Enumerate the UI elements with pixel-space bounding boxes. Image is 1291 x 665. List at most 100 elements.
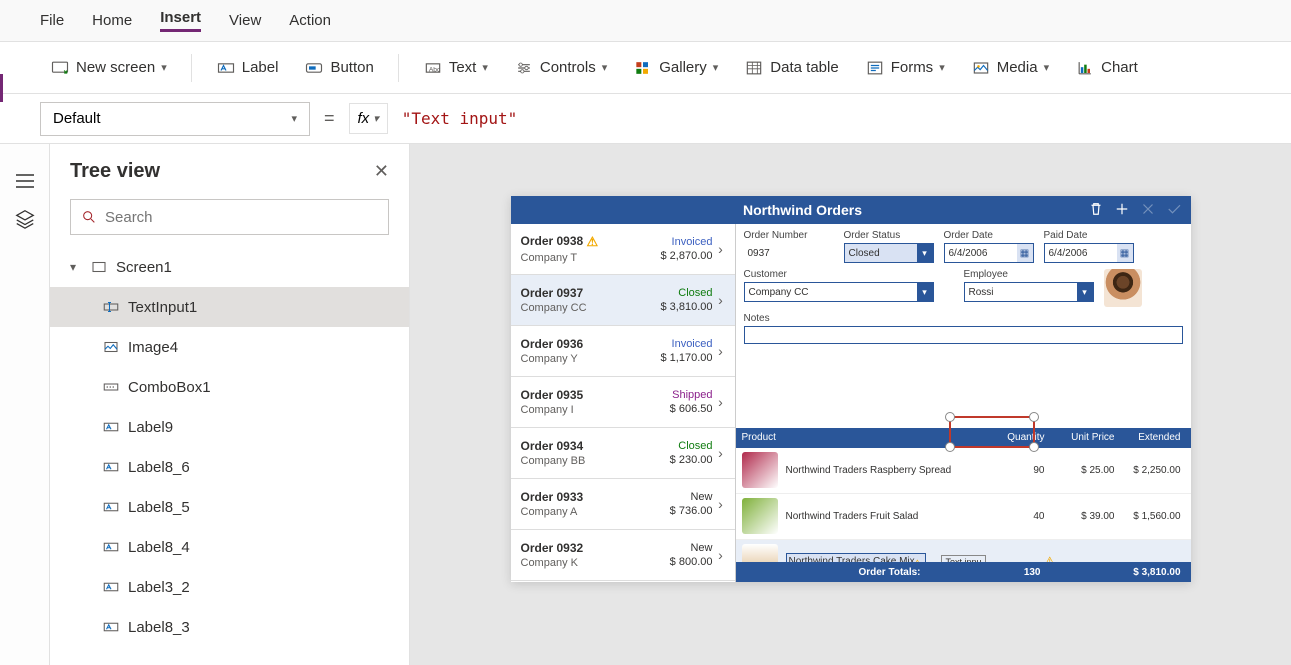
hamburger-icon[interactable] [16,174,34,188]
label-employee: Employee [964,269,1094,280]
menu-file[interactable]: File [40,12,64,29]
ribbon-button[interactable]: Button [294,52,383,84]
tree-node-screen1[interactable]: ▾ Screen1 [50,247,409,287]
selection-box[interactable] [949,416,1035,448]
order-row[interactable]: Order 0933Company ANew$ 736.00› [511,479,735,530]
tree-node-label8_3[interactable]: Label8_3 [50,607,409,647]
ribbon-media-label: Media [997,59,1038,76]
tree-node-image4[interactable]: Image4 [50,327,409,367]
fx-button[interactable]: fx▾ [349,103,388,134]
controls-icon [514,58,534,78]
label-order-date: Order Date [944,230,1034,241]
menu-insert[interactable]: Insert [160,9,201,32]
app-preview: Northwind Orders Order 0938 ⚠Company TIn… [511,196,1191,582]
employee-select[interactable]: Rossi▾ [964,282,1094,302]
app-title-bar: Northwind Orders [511,196,1191,224]
ribbon-controls-label: Controls [540,59,596,76]
order-detail: Order Number 0937 Order Status Closed▾ Ord… [736,224,1191,582]
chevron-down-icon: ▾ [161,61,167,74]
tree-list: ▾ Screen1 TextInput1Image4ComboBox1Label… [50,247,409,658]
order-row[interactable]: Order 0936Company YInvoiced$ 1,170.00› [511,326,735,377]
separator [398,54,399,82]
order-row[interactable]: Order 0932Company KNew$ 800.00› [511,530,735,581]
tree-node-label8_4[interactable]: Label8_4 [50,527,409,567]
paid-date-input[interactable]: 6/4/2006▦ [1044,243,1134,263]
app-title: Northwind Orders [519,202,1087,218]
order-status-select[interactable]: Closed▾ [844,243,934,263]
order-date-input[interactable]: 6/4/2006▦ [944,243,1034,263]
ribbon-forms-label: Forms [891,59,934,76]
menu-bar: File Home Insert View Action [0,0,1291,42]
ribbon-gallery-label: Gallery [659,59,707,76]
tree-node-label8_6[interactable]: Label8_6 [50,447,409,487]
menu-home[interactable]: Home [92,12,132,29]
layers-icon[interactable] [14,208,36,230]
cancel-x-icon[interactable] [1139,200,1157,221]
chart-icon [1075,58,1095,78]
label-icon [216,58,236,78]
plus-icon[interactable] [1113,200,1131,221]
product-row[interactable]: Northwind Traders Fruit Salad40$ 39.00$ … [736,494,1191,540]
ribbon-chart-label: Chart [1101,59,1138,76]
tree-view-pane: Tree view ✕ ▾ Screen1 TextInput1Image4Co… [50,144,410,665]
property-value: Default [53,110,101,127]
media-icon [971,58,991,78]
separator [191,54,192,82]
product-row-new[interactable]: Northwind Traders Cake Mix▾⚠Text inpu⚠ [736,540,1191,563]
canvas[interactable]: Northwind Orders Order 0938 ⚠Company TIn… [410,144,1291,665]
label-paid-date: Paid Date [1044,230,1134,241]
ribbon-text-label: Text [449,59,477,76]
order-totals: Order Totals: 130 $ 3,810.00 [736,562,1191,582]
label-order-status: Order Status [844,230,934,241]
order-row[interactable]: Order 0934Company BBClosed$ 230.00› [511,428,735,479]
property-selector[interactable]: Default ▾ [40,102,310,136]
screen-icon [90,258,108,276]
data-table-icon [744,58,764,78]
order-list[interactable]: Order 0938 ⚠Company TInvoiced$ 2,870.00›… [511,224,736,582]
order-row[interactable]: Order 0938 ⚠Company TInvoiced$ 2,870.00› [511,224,735,275]
label-customer: Customer [744,269,934,280]
ribbon-chart[interactable]: Chart [1065,52,1148,84]
close-icon[interactable]: ✕ [374,161,389,182]
menu-action[interactable]: Action [289,12,331,29]
tree-node-textinput1[interactable]: TextInput1 [50,287,409,327]
tree-node-label8_5[interactable]: Label8_5 [50,487,409,527]
trash-icon[interactable] [1087,200,1105,221]
search-icon [81,209,97,225]
equals-sign: = [324,108,335,129]
svg-text:Abc: Abc [429,66,441,73]
ribbon-text[interactable]: Abc Text ▾ [413,52,498,84]
expander-icon[interactable]: ▾ [70,260,82,274]
text-icon: Abc [423,58,443,78]
left-rail [0,144,50,665]
rail-active-indicator [0,74,3,102]
product-row[interactable]: Northwind Traders Raspberry Spread90$ 25… [736,448,1191,494]
tree-search-box[interactable] [70,199,389,235]
chevron-down-icon: ▾ [939,61,945,74]
label-notes: Notes [744,313,1183,324]
order-row[interactable]: Order 0937Company CCClosed$ 3,810.00› [511,275,735,326]
ribbon-gallery[interactable]: Gallery ▾ [623,52,728,84]
ribbon-data-table[interactable]: Data table [734,52,848,84]
label-order-number: Order Number [744,230,834,241]
ribbon-label[interactable]: Label [206,52,289,84]
ribbon-new-screen[interactable]: New screen ▾ [40,52,177,84]
customer-select[interactable]: Company CC▾ [744,282,934,302]
ribbon-button-text: Button [330,59,373,76]
ribbon: New screen ▾ Label Button Abc Text ▾ Con… [0,42,1291,94]
ribbon-controls[interactable]: Controls ▾ [504,52,617,84]
notes-input[interactable] [744,326,1183,344]
checkmark-icon[interactable] [1165,200,1183,221]
order-number-value: 0937 [744,243,834,263]
menu-view[interactable]: View [229,12,261,29]
tree-node-label3_2[interactable]: Label3_2 [50,567,409,607]
tree-node-label9[interactable]: Label9 [50,407,409,447]
order-row[interactable]: Order 0935Company IShipped$ 606.50› [511,377,735,428]
ribbon-media[interactable]: Media ▾ [961,52,1059,84]
tree-node-combobox1[interactable]: ComboBox1 [50,367,409,407]
formula-value[interactable]: "Text input" [402,109,518,128]
tree-search-input[interactable] [105,209,378,226]
ribbon-forms[interactable]: Forms ▾ [855,52,955,84]
button-icon [304,58,324,78]
tree-view-title: Tree view [70,160,160,183]
